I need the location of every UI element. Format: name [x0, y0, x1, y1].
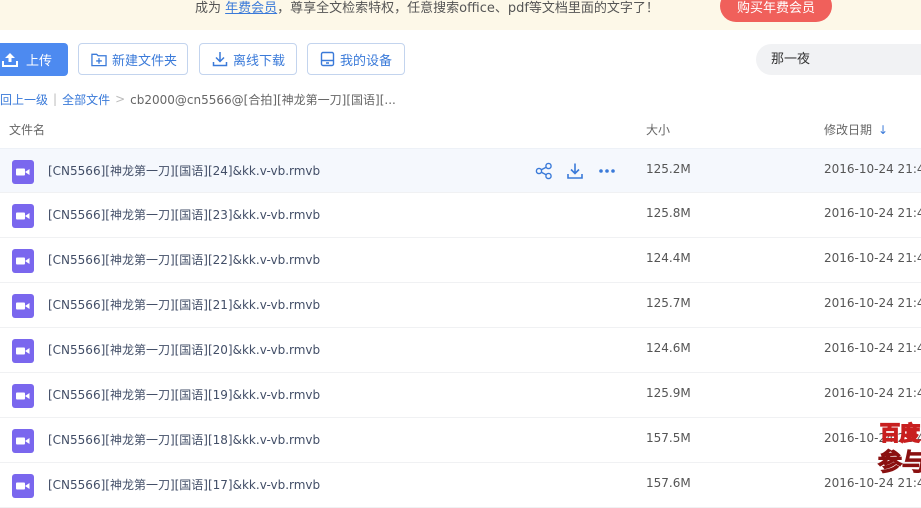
file-size: 125.7M [646, 296, 691, 310]
new-folder-button[interactable]: 新建文件夹 [78, 43, 188, 75]
all-files-link[interactable]: 全部文件 [62, 91, 110, 108]
vip-link[interactable]: 年费会员 [225, 1, 277, 16]
overlay-logo: 百度 参与 [878, 420, 921, 476]
my-devices-button[interactable]: 我的设备 [307, 43, 405, 75]
promo-prefix: 成为 [195, 1, 222, 16]
promo-text: 成为 年费会员，尊享全文检索特权，任意搜索office、pdf等文档里面的文字了… [195, 0, 659, 22]
breadcrumb-divider: | [53, 92, 58, 106]
upload-button[interactable]: 上传 [0, 43, 68, 76]
table-row[interactable]: [CN5566][神龙第一刀][国语][22]&kk.v-vb.rmvb 124… [0, 238, 921, 283]
column-header-size[interactable]: 大小 [646, 121, 670, 139]
device-icon [320, 51, 335, 67]
upload-icon [2, 53, 18, 67]
file-date: 2016-10-24 21:43 [824, 162, 921, 176]
file-size: 157.5M [646, 431, 691, 445]
table-row[interactable]: [CN5566][神龙第一刀][国语][17]&kk.v-vb.rmvb 157… [0, 463, 921, 508]
file-size: 125.8M [646, 206, 691, 220]
file-name[interactable]: [CN5566][神龙第一刀][国语][20]&kk.v-vb.rmvb [48, 341, 320, 358]
table-row[interactable]: [CN5566][神龙第一刀][国语][18]&kk.v-vb.rmvb 157… [0, 418, 921, 463]
table-row[interactable]: [CN5566][神龙第一刀][国语][24]&kk.v-vb.rmvb 125… [0, 148, 921, 193]
file-date: 2016-10-24 21:43 [824, 251, 921, 265]
file-name[interactable]: [CN5566][神龙第一刀][国语][17]&kk.v-vb.rmvb [48, 476, 320, 493]
file-name[interactable]: [CN5566][神龙第一刀][国语][19]&kk.v-vb.rmvb [48, 386, 320, 403]
file-date: 2016-10-24 21:43 [824, 296, 921, 310]
file-date: 2016-10-24 21:43 [824, 206, 921, 220]
promo-suffix: ，尊享全文检索特权，任意搜索office、pdf等文档里面的文字了！ [277, 1, 659, 16]
file-name[interactable]: [CN5566][神龙第一刀][国语][23]&kk.v-vb.rmvb [48, 206, 320, 223]
video-file-icon [12, 294, 34, 318]
column-header-modified[interactable]: 修改日期 ↓ [824, 121, 888, 139]
video-file-icon [12, 384, 34, 408]
video-file-icon [12, 249, 34, 273]
download-icon [212, 52, 228, 67]
back-link[interactable]: 返回上一级 [0, 91, 48, 108]
table-row[interactable]: [CN5566][神龙第一刀][国语][20]&kk.v-vb.rmvb 124… [0, 328, 921, 373]
file-date: 2016-10-24 21:43 [824, 476, 921, 490]
breadcrumb-separator: > [115, 92, 126, 106]
offline-download-button[interactable]: 离线下载 [199, 43, 297, 75]
file-name[interactable]: [CN5566][神龙第一刀][国语][22]&kk.v-vb.rmvb [48, 251, 320, 268]
video-file-icon [12, 204, 34, 228]
table-row[interactable]: [CN5566][神龙第一刀][国语][19]&kk.v-vb.rmvb 125… [0, 373, 921, 418]
offline-download-label: 离线下载 [233, 53, 286, 69]
overlay-logo-line1: 百度 [880, 421, 921, 445]
file-name[interactable]: [CN5566][神龙第一刀][国语][24]&kk.v-vb.rmvb [48, 162, 320, 179]
new-folder-label: 新建文件夹 [111, 53, 177, 69]
more-icon[interactable] [598, 162, 616, 180]
file-name[interactable]: [CN5566][神龙第一刀][国语][18]&kk.v-vb.rmvb [48, 431, 320, 448]
column-header-modified-label: 修改日期 [824, 123, 873, 137]
file-size: 125.9M [646, 386, 691, 400]
breadcrumb: 返回上一级 | 全部文件 > cb2000@cn5566@[合拍][神龙第一刀]… [0, 90, 396, 108]
file-size: 125.2M [646, 162, 691, 176]
share-icon[interactable] [535, 162, 553, 180]
file-list: [CN5566][神龙第一刀][国语][24]&kk.v-vb.rmvb 125… [0, 148, 921, 508]
overlay-logo-line2: 参与 [878, 448, 921, 476]
my-devices-label: 我的设备 [340, 53, 393, 69]
column-header-name[interactable]: 文件名 [9, 121, 45, 139]
upload-label: 上传 [26, 54, 53, 69]
search-input[interactable]: 那一夜 [756, 44, 921, 75]
file-name[interactable]: [CN5566][神龙第一刀][国语][21]&kk.v-vb.rmvb [48, 296, 320, 313]
current-folder: cb2000@cn5566@[合拍][神龙第一刀][国语][... [130, 92, 396, 107]
buy-vip-button[interactable]: 购买年费会员 [720, 0, 832, 22]
file-size: 124.6M [646, 341, 691, 355]
video-file-icon [12, 429, 34, 453]
folder-plus-icon [91, 53, 107, 66]
file-size: 124.4M [646, 251, 691, 265]
sort-arrow-down-icon[interactable]: ↓ [878, 123, 888, 137]
video-file-icon [12, 474, 34, 498]
file-size: 157.6M [646, 476, 691, 490]
download-icon[interactable] [566, 162, 584, 180]
table-row[interactable]: [CN5566][神龙第一刀][国语][21]&kk.v-vb.rmvb 125… [0, 283, 921, 328]
video-file-icon [12, 160, 34, 184]
promo-banner: 成为 年费会员，尊享全文检索特权，任意搜索office、pdf等文档里面的文字了… [0, 0, 921, 30]
file-date: 2016-10-24 21:43 [824, 341, 921, 355]
video-file-icon [12, 339, 34, 363]
table-row[interactable]: [CN5566][神龙第一刀][国语][23]&kk.v-vb.rmvb 125… [0, 193, 921, 238]
file-date: 2016-10-24 21:43 [824, 386, 921, 400]
